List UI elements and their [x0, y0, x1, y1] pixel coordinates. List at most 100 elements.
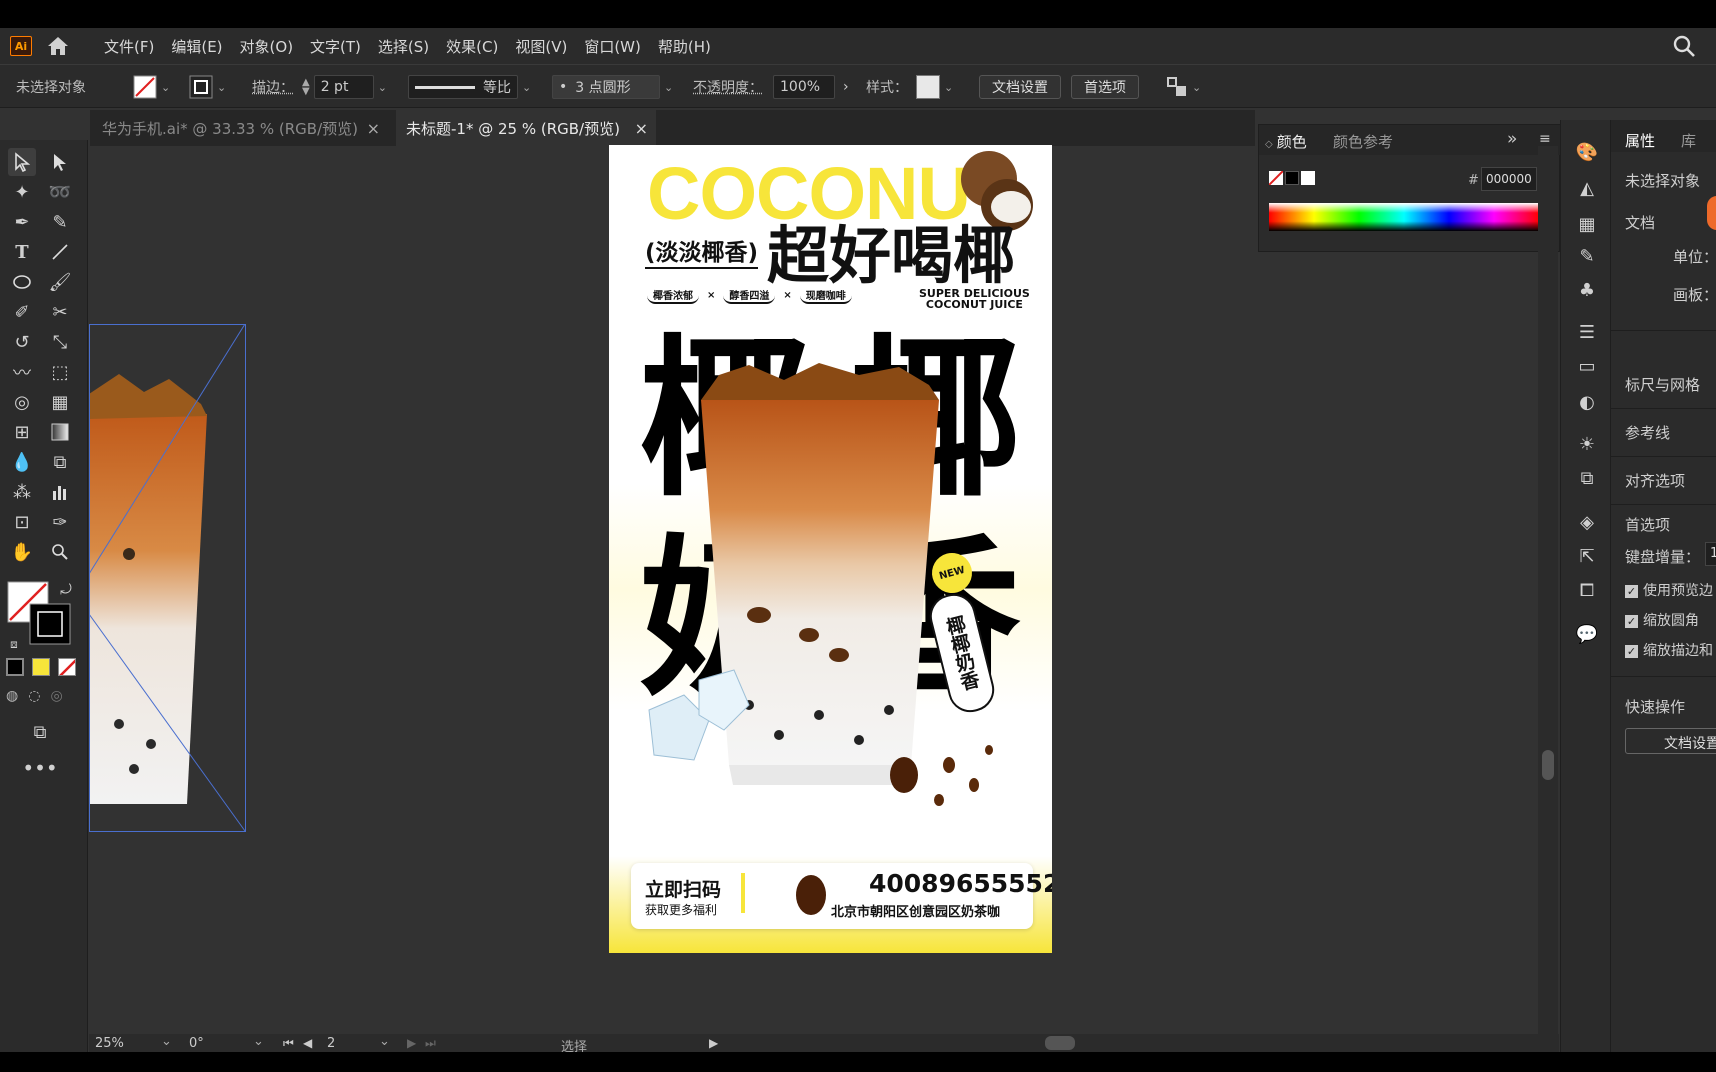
checkbox-checked-icon[interactable]: ✓ — [1625, 585, 1638, 598]
checkbox-checked-icon[interactable]: ✓ — [1625, 645, 1638, 658]
column-graph-tool-icon[interactable] — [46, 478, 74, 506]
tab-untitled-doc[interactable]: 未标题-1* @ 25 % (RGB/预览) × — [396, 110, 656, 146]
chevron-right-icon[interactable]: › — [843, 79, 849, 95]
panel-menu-icon[interactable]: ≡ — [1539, 131, 1551, 147]
menu-effect[interactable]: 效果(C) — [446, 36, 498, 57]
horizontal-scrollbar[interactable] — [729, 1036, 1529, 1050]
type-tool-icon[interactable]: T — [8, 238, 36, 266]
stepper-icon[interactable]: ▲ ▼ — [302, 78, 310, 97]
tab-color[interactable]: ◇ 颜色 — [1265, 131, 1307, 152]
rulers-grid-section[interactable]: 标尺与网格 — [1625, 374, 1700, 395]
opacity-field[interactable]: 100% › — [773, 74, 849, 100]
magic-wand-tool-icon[interactable]: ✦ — [8, 178, 36, 206]
ai-logo[interactable]: Ai — [10, 36, 32, 56]
chevron-down-icon[interactable]: ⌄ — [161, 1034, 172, 1049]
chevron-down-icon[interactable]: ⌄ — [664, 81, 673, 94]
orange-badge[interactable] — [1707, 196, 1716, 230]
shaper-tool-icon[interactable]: ✐ — [8, 298, 36, 326]
shape-builder-tool-icon[interactable]: ◎ — [8, 388, 36, 416]
arrange-documents-icon[interactable]: ⌄ — [1166, 74, 1201, 100]
first-artboard-icon[interactable]: ⏮ — [283, 1036, 294, 1051]
layers-icon[interactable]: ◈ — [1575, 510, 1599, 534]
curvature-tool-icon[interactable]: ✎ — [46, 208, 74, 236]
chevron-down-icon[interactable]: ⌄ — [379, 1034, 390, 1049]
keyboard-increment-input[interactable]: 1 — [1705, 542, 1716, 566]
scrollbar-thumb[interactable] — [1542, 750, 1554, 780]
none-swatch[interactable] — [1269, 171, 1283, 185]
blend-tool-icon[interactable]: ⧉ — [46, 448, 74, 476]
stroke-swatch[interactable]: ⌄ — [189, 74, 226, 100]
perspective-grid-tool-icon[interactable]: ▦ — [46, 388, 74, 416]
home-icon[interactable] — [46, 35, 70, 57]
stroke-label[interactable]: 描边： — [252, 74, 294, 100]
fill-swatch[interactable]: ⌄ — [133, 74, 170, 100]
eyedropper-tool-icon[interactable]: 💧 — [8, 448, 36, 476]
paintbrush-tool-icon[interactable]: 🖌 — [46, 268, 74, 296]
menu-edit[interactable]: 编辑(E) — [171, 36, 222, 57]
document-setup-quick-button[interactable]: 文档设置 — [1625, 728, 1716, 754]
artboard-tool-icon[interactable]: ⊡ — [8, 508, 36, 536]
chevron-down-icon[interactable]: ⌄ — [161, 81, 170, 94]
chevron-down-icon[interactable]: ⌄ — [944, 81, 953, 94]
black-swatch[interactable] — [1285, 171, 1299, 185]
free-transform-tool-icon[interactable]: ⬚ — [46, 358, 74, 386]
graphic-styles-icon[interactable]: ⧉ — [1575, 466, 1599, 490]
scrollbar-thumb[interactable] — [1045, 1036, 1075, 1050]
opacity-label[interactable]: 不透明度： — [693, 74, 763, 100]
menu-view[interactable]: 视图(V) — [515, 36, 567, 57]
gradient-tool-icon[interactable] — [46, 418, 74, 446]
guides-section[interactable]: 参考线 — [1625, 422, 1670, 443]
screen-mode-icon[interactable]: ⧉ — [26, 718, 54, 746]
stroke-profile[interactable]: 等比 ⌄ — [408, 74, 531, 100]
tab-libraries[interactable]: 库 — [1681, 130, 1696, 151]
chevron-down-icon[interactable]: ⌄ — [378, 81, 387, 94]
opacity-input[interactable]: 100% — [773, 75, 835, 99]
hex-input[interactable]: 000000 — [1481, 167, 1537, 191]
comments-icon[interactable]: 💬 — [1575, 622, 1599, 646]
tab-properties[interactable]: 属性 — [1625, 130, 1655, 151]
line-tool-icon[interactable] — [46, 238, 74, 266]
search-icon[interactable] — [1672, 34, 1696, 58]
scale-corners-checkbox[interactable]: ✓ 缩放圆角 — [1625, 610, 1699, 630]
last-artboard-icon[interactable]: ⏭ — [425, 1036, 436, 1051]
mesh-tool-icon[interactable]: ⊞ — [8, 418, 36, 446]
menu-select[interactable]: 选择(S) — [378, 36, 429, 57]
close-icon[interactable]: × — [635, 119, 648, 138]
use-preview-bounds-checkbox[interactable]: ✓ 使用预览边 — [1625, 580, 1713, 600]
export-icon[interactable]: ⇱ — [1575, 544, 1599, 568]
scissors-tool-icon[interactable]: ✂ — [46, 298, 74, 326]
symbols-icon[interactable]: ♣ — [1575, 278, 1599, 302]
none-mode-icon[interactable] — [58, 658, 76, 676]
prev-artboard-icon[interactable]: ◀ — [303, 1036, 312, 1050]
close-icon[interactable]: × — [367, 119, 380, 138]
snap-options-section[interactable]: 对齐选项 — [1625, 470, 1685, 491]
vertical-scrollbar[interactable] — [1538, 146, 1558, 1034]
selection-tool-icon[interactable] — [8, 148, 36, 176]
ellipse-tool-icon[interactable] — [8, 268, 36, 296]
swap-fill-stroke-icon[interactable]: ⤾ — [52, 576, 80, 604]
document-setup-button[interactable]: 文档设置 — [979, 75, 1061, 99]
graphic-style-swatch[interactable]: ⌄ — [916, 74, 953, 100]
next-artboard-icon[interactable]: ▶ — [407, 1036, 416, 1050]
symbol-sprayer-tool-icon[interactable]: ⁂ — [8, 478, 36, 506]
stroke-weight-field[interactable]: ▲ ▼ 2 pt ⌄ — [302, 74, 387, 100]
draw-normal-icon[interactable]: ◍ — [6, 688, 18, 710]
default-fill-stroke-icon[interactable]: ⧈ — [0, 630, 28, 658]
stroke-panel-icon[interactable]: ☰ — [1575, 320, 1599, 344]
offboard-drink-image[interactable] — [89, 324, 246, 832]
expand-panel-icon[interactable]: » — [1507, 129, 1517, 149]
rotation-value[interactable]: 0° — [189, 1036, 204, 1051]
zoom-level[interactable]: 25% — [95, 1036, 124, 1051]
status-play-icon[interactable]: ▶ — [709, 1036, 718, 1050]
appearance-icon[interactable]: ☀ — [1575, 432, 1599, 456]
color-guide-icon[interactable]: ◭ — [1575, 176, 1599, 200]
transparency-icon[interactable]: ◐ — [1575, 390, 1599, 414]
chevron-down-icon[interactable]: ⌄ — [253, 1034, 264, 1049]
tab-color-guide[interactable]: 颜色参考 — [1333, 131, 1393, 152]
preferences-button[interactable]: 首选项 — [1071, 75, 1139, 99]
artboard-number[interactable]: 2 — [327, 1036, 335, 1051]
chevron-down-icon[interactable]: ⌄ — [522, 81, 531, 94]
draw-behind-icon[interactable]: ◌ — [28, 688, 40, 710]
rotate-tool-icon[interactable]: ↺ — [8, 328, 36, 356]
color-spectrum[interactable] — [1269, 203, 1539, 231]
